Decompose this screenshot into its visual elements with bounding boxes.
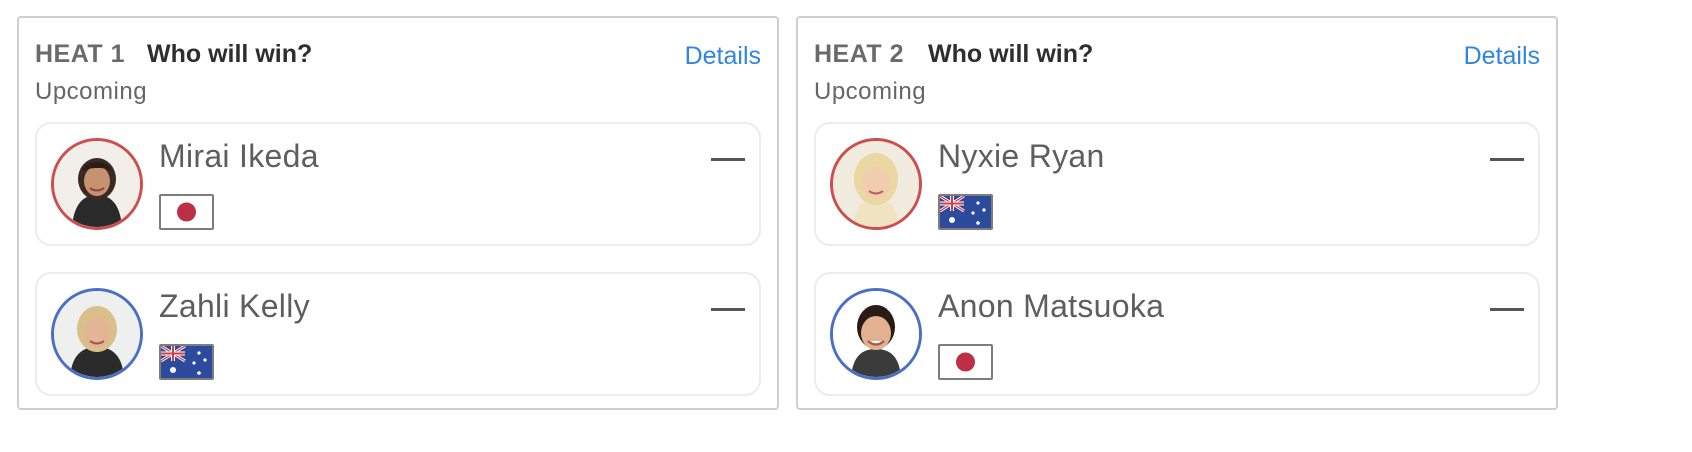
- score-dash: [711, 308, 745, 311]
- heat-status: Upcoming: [814, 78, 927, 105]
- surfer-name: Mirai Ikeda: [159, 138, 319, 174]
- surfer-row[interactable]: Nyxie Ryan: [814, 122, 1540, 246]
- details-link[interactable]: Details: [685, 42, 761, 71]
- surfer-avatar: [51, 138, 143, 230]
- surfer-avatar: [51, 288, 143, 380]
- surfer-name: Nyxie Ryan: [938, 138, 1105, 174]
- surfer-row[interactable]: Zahli Kelly: [35, 272, 761, 396]
- score-dash: [711, 158, 745, 161]
- heat-status: Upcoming: [35, 78, 148, 105]
- heats-panel: HEAT 1 Who will win? Details Upcoming Mi…: [0, 0, 1692, 452]
- avatar-photo-icon: [833, 141, 919, 227]
- surfer-row[interactable]: Mirai Ikeda: [35, 122, 761, 246]
- score-dash: [1490, 158, 1524, 161]
- surfer-name: Anon Matsuoka: [938, 288, 1165, 324]
- surfer-name: Zahli Kelly: [159, 288, 310, 324]
- heat-label: HEAT 2: [814, 40, 905, 68]
- surfer-avatar: [830, 288, 922, 380]
- heat-header: HEAT 2 Who will win? Details: [814, 40, 1540, 74]
- surfer-avatar: [830, 138, 922, 230]
- avatar-photo-icon: [833, 291, 919, 377]
- japan-flag-icon: [938, 344, 993, 380]
- japan-flag-icon: [159, 194, 214, 230]
- heat-question: Who will win?: [928, 40, 1094, 68]
- australia-flag-icon: [938, 194, 993, 230]
- heat-card-2: HEAT 2 Who will win? Details Upcoming Ny…: [796, 16, 1558, 410]
- avatar-photo-icon: [54, 291, 140, 377]
- heat-question: Who will win?: [147, 40, 313, 68]
- heat-header: HEAT 1 Who will win? Details: [35, 40, 761, 74]
- details-link[interactable]: Details: [1464, 42, 1540, 71]
- score-dash: [1490, 308, 1524, 311]
- surfer-row[interactable]: Anon Matsuoka: [814, 272, 1540, 396]
- heat-card-1: HEAT 1 Who will win? Details Upcoming Mi…: [17, 16, 779, 410]
- australia-flag-icon: [159, 344, 214, 380]
- avatar-photo-icon: [54, 141, 140, 227]
- heat-label: HEAT 1: [35, 40, 126, 68]
